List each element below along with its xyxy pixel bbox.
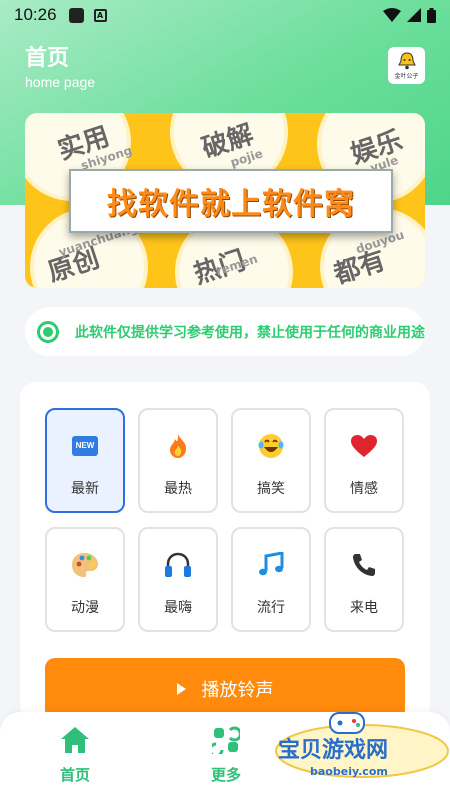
banner-headline-box: 找软件就上软件窝: [69, 169, 393, 233]
category-label: 搞笑: [257, 481, 285, 497]
notice-bar: 此软件仅提供学习参考使用，禁止使用于任何的商业用途: [25, 307, 425, 356]
category-ringtone-call[interactable]: 来电: [324, 527, 404, 632]
play-icon: [176, 683, 186, 695]
nav-item-home[interactable]: 首页: [35, 726, 115, 785]
nav-label: 更多: [210, 766, 241, 784]
notice-dot-icon: [37, 320, 59, 343]
watermark-logo: 宝贝游戏网 baobeiy.com: [275, 712, 449, 778]
category-label: 最热: [164, 481, 192, 497]
new-icon: NEW: [72, 432, 98, 460]
headphones-icon: [164, 551, 192, 579]
page-subtitle: home page: [25, 74, 96, 90]
palette-icon: [71, 551, 99, 579]
more-icon: [212, 726, 240, 754]
banner-headline: 找软件就上软件窝: [107, 187, 355, 222]
status-time: 10:26: [14, 5, 57, 24]
battery-icon: [427, 7, 436, 23]
app-notification-icon: A: [93, 8, 107, 22]
category-label: 来电: [350, 600, 378, 616]
notice-text: 此软件仅提供学习参考使用，禁止使用于任何的商业用途: [75, 324, 425, 341]
status-bar: 10:26 A: [0, 0, 450, 30]
category-anime[interactable]: 动漫: [45, 527, 125, 632]
fire-icon: [167, 432, 189, 460]
promo-banner[interactable]: 实用 shiyong 破解 pojie 娱乐 yule 原创 yuanchuan…: [25, 113, 425, 288]
laugh-icon: [257, 432, 285, 460]
phone-icon: [351, 551, 377, 579]
watermark-url: baobeiy.com: [310, 765, 388, 778]
watermark-cn: 宝贝游戏网: [278, 737, 388, 763]
nav-label: 首页: [59, 766, 90, 784]
gamepad-icon: [329, 712, 365, 734]
heart-icon: [350, 432, 378, 460]
play-button-label: 播放铃声: [201, 680, 274, 701]
category-hype[interactable]: 最嗨: [138, 527, 218, 632]
category-hot[interactable]: 最热: [138, 408, 218, 513]
notification-icon: [68, 7, 84, 23]
bell-logo-icon: [397, 51, 416, 69]
wifi-icon: [383, 8, 401, 22]
category-pop[interactable]: 流行: [231, 527, 311, 632]
category-label: 最嗨: [164, 600, 192, 616]
category-label: 情感: [350, 481, 378, 497]
page-title: 首页: [25, 46, 70, 71]
category-funny[interactable]: 搞笑: [231, 408, 311, 513]
signal-icon: [407, 8, 421, 22]
avatar[interactable]: 金叶公子: [388, 47, 425, 84]
category-emotion[interactable]: 情感: [324, 408, 404, 513]
category-label: 动漫: [71, 600, 99, 616]
new-badge: NEW: [72, 436, 98, 456]
music-note-icon: [258, 551, 284, 579]
category-label: 流行: [257, 600, 285, 616]
category-latest[interactable]: NEW 最新: [45, 408, 125, 513]
nav-item-more[interactable]: 更多: [186, 726, 266, 785]
home-icon: [61, 727, 89, 753]
avatar-text: 金叶公子: [394, 72, 419, 80]
category-label: 最新: [71, 481, 99, 497]
